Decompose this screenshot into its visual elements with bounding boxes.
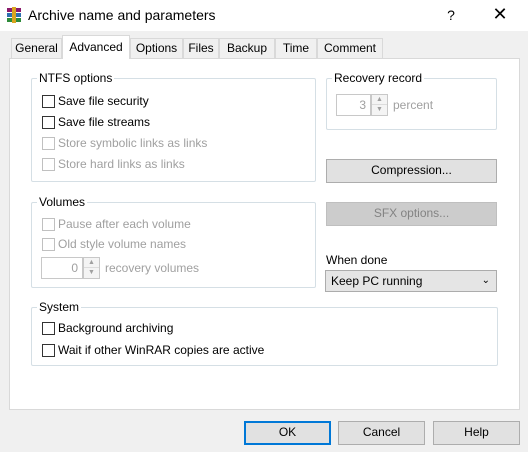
ntfs-options-title: NTFS options [37, 71, 115, 85]
context-help-button[interactable]: ? [438, 2, 464, 28]
window-title: Archive name and parameters [28, 7, 216, 23]
recovery-volumes-spinner: ▲ ▼ [83, 257, 100, 279]
store-hardlinks-checkbox [42, 158, 55, 171]
tab-comment[interactable]: Comment [317, 38, 383, 58]
save-file-security-label[interactable]: Save file security [58, 94, 149, 108]
recovery-record-title: Recovery record [332, 71, 425, 85]
wait-other-copies-checkbox[interactable] [42, 344, 55, 357]
recovery-percent-input: 3 [336, 94, 371, 116]
spin-up-icon: ▲ [372, 95, 387, 105]
spin-up-icon: ▲ [84, 258, 99, 268]
when-done-label: When done [326, 253, 388, 267]
save-file-streams-checkbox[interactable] [42, 116, 55, 129]
help-button[interactable]: Help [433, 421, 520, 445]
recovery-percent-unit: percent [393, 98, 434, 112]
chevron-down-icon: ⌄ [481, 275, 490, 286]
spin-down-icon: ▼ [376, 106, 383, 113]
recovery-percent-spinner: ▲ ▼ [371, 94, 388, 116]
winrar-app-icon [7, 7, 21, 23]
save-file-streams-label[interactable]: Save file streams [58, 115, 150, 129]
recovery-volumes-unit: recovery volumes [105, 261, 200, 275]
sfx-options-button: SFX options... [326, 202, 497, 226]
tab-files[interactable]: Files [183, 38, 219, 58]
old-style-names-checkbox [42, 238, 55, 251]
store-hardlinks-label: Store hard links as links [58, 157, 185, 171]
compression-button[interactable]: Compression... [326, 159, 497, 183]
tab-backup[interactable]: Backup [219, 38, 275, 58]
old-style-names-label: Old style volume names [58, 237, 187, 251]
recovery-volumes-input: 0 [41, 257, 83, 279]
store-symlinks-label: Store symbolic links as links [58, 136, 208, 150]
volumes-title: Volumes [37, 195, 88, 209]
pause-each-volume-checkbox [42, 218, 55, 231]
wait-other-copies-label[interactable]: Wait if other WinRAR copies are active [58, 343, 264, 357]
close-button[interactable]: ✕ [486, 2, 514, 28]
pause-each-volume-label: Pause after each volume [58, 217, 191, 231]
when-done-selected-value: Keep PC running [331, 274, 423, 288]
store-symlinks-checkbox [42, 137, 55, 150]
tab-advanced[interactable]: Advanced [62, 35, 130, 59]
tab-general[interactable]: General [11, 38, 62, 58]
system-title: System [37, 300, 82, 314]
ok-button[interactable]: OK [244, 421, 331, 445]
background-archiving-checkbox[interactable] [42, 322, 55, 335]
spin-down-icon: ▼ [88, 269, 95, 276]
tab-time[interactable]: Time [275, 38, 317, 58]
tab-options[interactable]: Options [130, 38, 183, 58]
background-archiving-label[interactable]: Background archiving [58, 321, 173, 335]
save-file-security-checkbox[interactable] [42, 95, 55, 108]
cancel-button[interactable]: Cancel [338, 421, 425, 445]
system-group [31, 307, 498, 366]
when-done-select[interactable]: Keep PC running ⌄ [325, 270, 497, 292]
